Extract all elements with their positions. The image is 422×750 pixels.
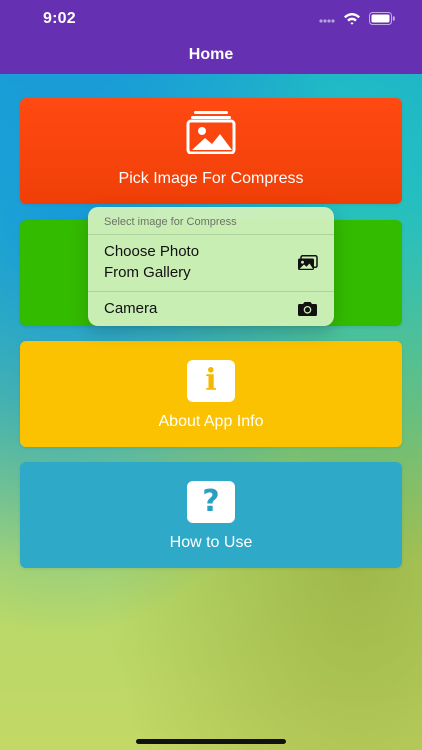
menu-item-camera-label: Camera: [104, 300, 158, 317]
battery-icon: [369, 12, 396, 30]
signal-icon: [319, 12, 335, 30]
about-app-label: About App Info: [158, 413, 264, 430]
pick-image-label: Pick Image For Compress: [118, 170, 304, 187]
menu-item-gallery-line2: From Gallery: [104, 264, 191, 281]
about-app-button[interactable]: i About App Info: [20, 341, 402, 447]
help-icon: ?: [187, 481, 235, 523]
menu-item-gallery-line1: Choose Photo: [104, 243, 200, 260]
gallery-icon: [186, 110, 236, 159]
pick-image-button[interactable]: Pick Image For Compress: [20, 98, 402, 204]
how-to-use-label: How to Use: [169, 534, 253, 551]
menu-item-gallery[interactable]: Choose Photo From Gallery: [88, 235, 334, 291]
status-time: 9:02: [43, 10, 76, 27]
wifi-icon: [343, 12, 361, 30]
photo-library-icon: [297, 255, 318, 276]
info-icon: i: [187, 360, 235, 402]
camera-icon: [297, 301, 318, 322]
how-to-use-button[interactable]: ? How to Use: [20, 462, 402, 568]
select-image-menu: Select image for Compress Choose Photo F…: [88, 207, 334, 326]
home-indicator: [136, 739, 286, 744]
status-icons: [319, 12, 396, 30]
menu-header: Select image for Compress: [104, 216, 237, 228]
menu-item-camera[interactable]: Camera: [88, 292, 334, 326]
page-title: Home: [188, 46, 234, 63]
top-bar: 9:02 Home: [0, 0, 422, 74]
